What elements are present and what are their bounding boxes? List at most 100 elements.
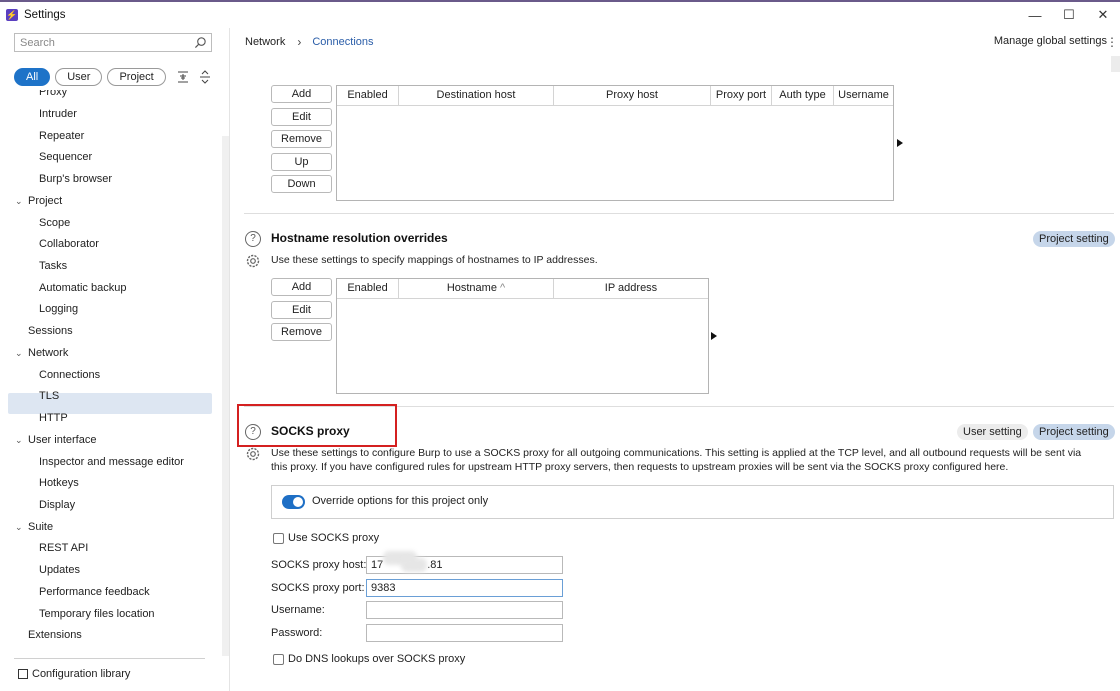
nav-item-scope[interactable]: Scope [39,213,70,234]
project-setting-tag: Project setting [1033,424,1115,440]
scroll-right-arrow-icon[interactable] [711,332,717,340]
table-header: Enabled Destination host Proxy host Prox… [337,86,893,106]
help-icon[interactable]: ? [245,231,261,247]
chevron-down-icon: ⌄ [15,435,23,445]
collapse-all-icon[interactable] [176,70,190,84]
nav-item-repeater[interactable]: Repeater [39,126,84,147]
upstream-proxy-table[interactable]: Enabled Destination host Proxy host Prox… [336,85,894,201]
nav-group-user-interface[interactable]: ⌄ User interface [15,430,96,451]
close-button[interactable]: ✕ [1086,2,1120,28]
breadcrumb: Network › Connections [245,35,374,49]
upstream-remove-button[interactable]: Remove [271,130,332,148]
filter-all[interactable]: All [14,68,51,86]
override-panel: Override options for this project only [271,485,1114,519]
column-enabled[interactable]: Enabled [337,86,399,106]
nav-item-display[interactable]: Display [39,495,75,516]
minimize-button[interactable]: — [1018,2,1052,28]
chevron-down-icon: ⌄ [15,522,23,532]
column-proxy-host[interactable]: Proxy host [554,86,711,106]
upstream-up-button[interactable]: Up [271,153,332,171]
help-icon[interactable]: ? [245,424,261,440]
upstream-down-button[interactable]: Down [271,175,332,193]
nav-group-suite[interactable]: ⌄ Suite [15,517,53,538]
nav-item-tls[interactable]: TLS [39,386,59,407]
maximize-button[interactable]: ☐ [1052,2,1086,28]
nav-item-inspector[interactable]: Inspector and message editor [39,452,184,473]
filter-project[interactable]: Project [107,68,166,86]
socks-port-field[interactable]: 9383 [366,579,563,597]
nav-item-hotkeys[interactable]: Hotkeys [39,473,79,494]
nav-item-sequencer[interactable]: Sequencer [39,147,92,168]
hostname-overrides-title: Hostname resolution overrides [271,231,448,245]
override-toggle[interactable] [282,495,305,509]
breadcrumb-connections: Connections [312,36,374,48]
username-field[interactable] [366,601,563,619]
column-username[interactable]: Username [834,86,893,106]
nav-group-project[interactable]: ⌄ Project [15,191,63,212]
column-auth-type[interactable]: Auth type [772,86,834,106]
nav-item-burps-browser[interactable]: Burp's browser [39,169,112,190]
search-input[interactable]: Search [14,33,212,52]
use-socks-proxy-checkbox[interactable] [273,533,284,544]
sidebar: Search All User Project Proxy Intruder R… [0,28,230,691]
redaction-blur [401,558,427,572]
configuration-library-link[interactable]: Configuration library [18,668,130,680]
column-destination-host[interactable]: Destination host [399,86,554,106]
expand-all-icon[interactable] [198,70,212,84]
column-hostname[interactable]: Hostname ^ [399,279,554,299]
nav-group-label: Project [28,195,63,207]
dns-over-socks-label: Do DNS lookups over SOCKS proxy [288,653,466,665]
column-ip-address[interactable]: IP address [554,279,708,299]
scroll-right-arrow-icon[interactable] [897,139,903,147]
column-proxy-port[interactable]: Proxy port [711,86,772,106]
sort-ascending-icon: ^ [500,282,506,294]
password-label: Password: [271,627,323,639]
dns-over-socks-checkbox[interactable] [273,654,284,665]
upstream-add-button[interactable]: Add [271,85,332,103]
socks-proxy-description: Use these settings to configure Burp to … [271,446,1116,474]
hostname-edit-button[interactable]: Edit [271,301,332,319]
socks-proxy-title: SOCKS proxy [271,424,350,438]
nav-item-sessions[interactable]: Sessions [28,321,73,342]
hostname-remove-button[interactable]: Remove [271,323,332,341]
breadcrumb-network[interactable]: Network [245,36,285,48]
table-header: Enabled Hostname ^ IP address [337,279,708,299]
sidebar-scrollbar[interactable] [222,136,229,656]
sidebar-divider [14,658,205,659]
nav-group-network[interactable]: ⌄ Network [15,343,68,364]
nav-item-updates[interactable]: Updates [39,560,80,581]
description-line: this proxy. If you have configured rules… [271,461,1009,473]
more-options-icon[interactable]: ⋮ [1106,35,1118,49]
project-setting-tag: Project setting [1033,231,1115,247]
nav-item-performance-feedback[interactable]: Performance feedback [39,582,150,603]
nav-item-proxy[interactable]: Proxy [39,90,67,103]
filter-user[interactable]: User [55,68,103,86]
nav-item-rest-api[interactable]: REST API [39,538,88,559]
column-enabled[interactable]: Enabled [337,279,399,299]
nav-item-logging[interactable]: Logging [39,299,78,320]
nav-item-connections[interactable]: Connections [39,365,100,386]
description-line: Use these settings to configure Burp to … [271,447,1082,459]
nav-item-temp-files[interactable]: Temporary files location [39,604,155,625]
nav-item-http[interactable]: HTTP [39,408,68,429]
socks-port-label: SOCKS proxy port: [271,582,365,594]
socks-host-label: SOCKS proxy host: [271,559,367,571]
gear-icon[interactable] [245,253,261,269]
nav-item-collaborator[interactable]: Collaborator [39,234,99,255]
hostname-add-button[interactable]: Add [271,278,332,296]
password-field[interactable] [366,624,563,642]
hostname-overrides-table[interactable]: Enabled Hostname ^ IP address [336,278,709,394]
nav-item-extensions[interactable]: Extensions [28,625,82,646]
configuration-library-label: Configuration library [32,668,131,680]
upstream-edit-button[interactable]: Edit [271,108,332,126]
search-icon [194,37,206,49]
nav-item-intruder[interactable]: Intruder [39,104,77,125]
app-icon: ⚡ [6,9,18,21]
title-bar: ⚡ Settings — ☐ ✕ [0,0,1120,28]
library-icon [18,669,28,679]
main-scrollbar-thumb[interactable] [1111,56,1120,72]
manage-global-settings-link[interactable]: Manage global settings [994,35,1107,47]
nav-item-tasks[interactable]: Tasks [39,256,67,277]
gear-icon[interactable] [245,446,261,462]
nav-item-automatic-backup[interactable]: Automatic backup [39,278,126,299]
